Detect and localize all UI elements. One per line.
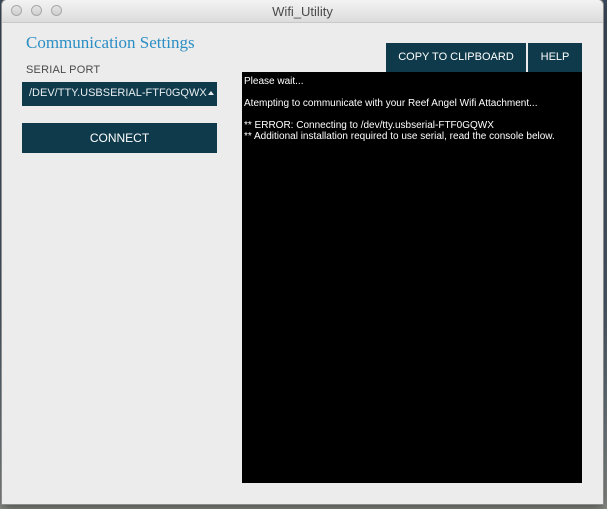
serial-port-select[interactable]: /DEV/TTY.USBSERIAL-FTF0GQWX xyxy=(22,82,217,106)
console-line: ** Additional installation required to u… xyxy=(244,131,555,142)
caret-up-icon xyxy=(208,91,214,95)
connect-button[interactable]: CONNECT xyxy=(22,123,217,153)
communication-settings-heading: Communication Settings xyxy=(26,33,195,52)
console-line: ** ERROR: Connecting to /dev/tty.usbseri… xyxy=(244,120,494,131)
window-title: Wifi_Utility xyxy=(272,4,333,19)
copy-to-clipboard-button[interactable]: COPY TO CLIPBOARD xyxy=(386,43,526,72)
serial-port-value: /DEV/TTY.USBSERIAL-FTF0GQWX xyxy=(29,87,207,99)
console-line: Atempting to communicate with your Reef … xyxy=(244,98,538,109)
title-bar: Wifi_Utility xyxy=(2,0,603,23)
serial-port-label: SERIAL PORT xyxy=(26,64,101,76)
help-button[interactable]: HELP xyxy=(528,43,582,72)
console-output[interactable]: Please wait... Atempting to communicate … xyxy=(242,72,582,483)
app-window: Wifi_Utility Communication Settings SERI… xyxy=(2,0,603,504)
console-line: Please wait... xyxy=(244,76,304,87)
